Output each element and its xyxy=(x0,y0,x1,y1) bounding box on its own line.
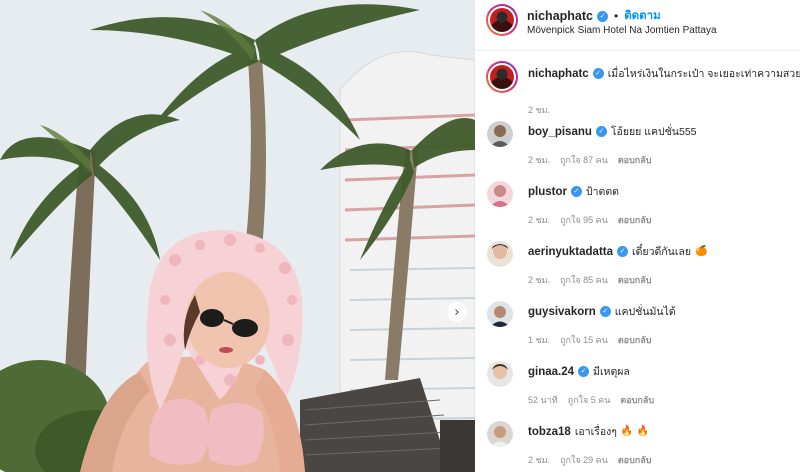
comment-likes[interactable]: ถูกใจ 29 คน xyxy=(560,453,608,467)
comment-text: เอาเรื่องๆ xyxy=(574,426,617,438)
verified-badge-icon: ✓ xyxy=(597,10,608,22)
comment-row: boy_pisanu ✓ โอ้ยยย แคปชั่น555 2 ชม. ถูก… xyxy=(475,121,800,181)
comment-time: 2 ชม. xyxy=(528,215,551,225)
comment-time: 1 ชม. xyxy=(528,335,551,345)
reply-button[interactable]: ตอบกลับ xyxy=(618,333,652,347)
comment-likes[interactable]: ถูกใจ 15 คน xyxy=(560,333,608,347)
tangerine-emoji-icon: 🍊 xyxy=(695,246,708,257)
commenter-avatar[interactable] xyxy=(487,181,513,207)
comment-text: เดี๋ยวดีกันเลย xyxy=(632,246,692,258)
comment-text: โอ้ยยย แคปชั่น555 xyxy=(610,126,697,138)
comment-time: 2 ชม. xyxy=(528,275,551,285)
comment-time: 2 ชม. xyxy=(528,455,551,465)
verified-badge-icon: ✓ xyxy=(592,68,604,79)
comment-username[interactable]: ginaa.24 xyxy=(528,366,574,378)
reply-button[interactable]: ตอบกลับ xyxy=(618,453,652,467)
commenter-avatar[interactable] xyxy=(487,121,513,147)
reply-button[interactable]: ตอบกลับ xyxy=(618,213,652,227)
commenter-avatar[interactable] xyxy=(487,301,513,327)
verified-badge-icon: ✓ xyxy=(578,366,590,377)
comment-time: 2 ชม. xyxy=(528,155,551,165)
caption-username[interactable]: nichaphatc xyxy=(528,68,589,80)
carousel-next-button[interactable]: › xyxy=(447,302,467,322)
comment-text: แคปชั่นมันได้ xyxy=(614,306,676,318)
reply-button[interactable]: ตอบกลับ xyxy=(620,393,654,407)
post-location[interactable]: Mövenpick Siam Hotel Na Jomtien Pattaya xyxy=(527,25,717,36)
comment-likes[interactable]: ถูกใจ 95 คน xyxy=(560,213,608,227)
follow-button[interactable]: ติดตาม xyxy=(624,7,660,25)
verified-badge-icon: ✓ xyxy=(617,246,629,257)
verified-badge-icon: ✓ xyxy=(595,126,607,137)
comment-time: 52 นาที xyxy=(528,395,558,405)
comment-username[interactable]: tobza18 xyxy=(528,426,571,438)
comment-text: มีเหตุผล xyxy=(593,366,630,378)
reply-button[interactable]: ตอบกลับ xyxy=(618,273,652,287)
post-photo[interactable]: › xyxy=(0,0,475,472)
verified-badge-icon: ✓ xyxy=(570,186,582,197)
comment-likes[interactable]: ถูกใจ 85 คน xyxy=(560,273,608,287)
comment-username[interactable]: plustor xyxy=(528,186,567,198)
post-side-panel: nichaphatc ✓ • ติดตาม Mövenpick Siam Hot… xyxy=(475,0,800,472)
reply-button[interactable]: ตอบกลับ xyxy=(618,153,652,167)
comment-username[interactable]: boy_pisanu xyxy=(528,126,592,138)
separator-dot: • xyxy=(614,9,619,23)
caption-time: 2 ชม. xyxy=(528,105,551,115)
comment-row: tobza18 เอาเรื่องๆ 🔥 🔥 2 ชม. ถูกใจ 29 คน… xyxy=(475,421,800,472)
author-username[interactable]: nichaphatc xyxy=(527,9,593,23)
author-avatar[interactable] xyxy=(486,4,518,36)
caption-author-avatar[interactable] xyxy=(486,61,518,93)
post-header: nichaphatc ✓ • ติดตาม Mövenpick Siam Hot… xyxy=(475,0,800,51)
chevron-right-icon: › xyxy=(454,304,460,320)
verified-badge-icon: ✓ xyxy=(599,306,611,317)
comment-row: plustor ✓ ป้าตตต 2 ชม. ถูกใจ 95 คน ตอบกล… xyxy=(475,181,800,241)
post-photo-illustration xyxy=(0,0,475,472)
comment-likes[interactable]: ถูกใจ 87 คน xyxy=(560,153,608,167)
commenter-avatar[interactable] xyxy=(487,241,513,267)
commenter-avatar[interactable] xyxy=(487,421,513,447)
post-caption: nichaphatc ✓ เมื่อไหร่เงินในกระเป๋า จะเย… xyxy=(475,61,800,115)
comment-username[interactable]: aerinyuktadatta xyxy=(528,246,613,258)
comment-row: aerinyuktadatta ✓ เดี๋ยวดีกันเลย 🍊 2 ชม.… xyxy=(475,241,800,301)
comment-likes[interactable]: ถูกใจ 5 คน xyxy=(568,393,611,407)
fire-emoji-icon: 🔥 🔥 xyxy=(620,426,650,437)
caption-text: เมื่อไหร่เงินในกระเป๋า จะเยอะเท่าความสวย xyxy=(607,68,800,80)
comment-row: ginaa.24 ✓ มีเหตุผล 52 นาที ถูกใจ 5 คน ต… xyxy=(475,361,800,421)
comment-text: ป้าตตต xyxy=(585,186,620,198)
commenter-avatar[interactable] xyxy=(487,361,513,387)
comment-username[interactable]: guysivakorn xyxy=(528,306,596,318)
comment-row: guysivakorn ✓ แคปชั่นมันได้ 1 ชม. ถูกใจ … xyxy=(475,301,800,361)
